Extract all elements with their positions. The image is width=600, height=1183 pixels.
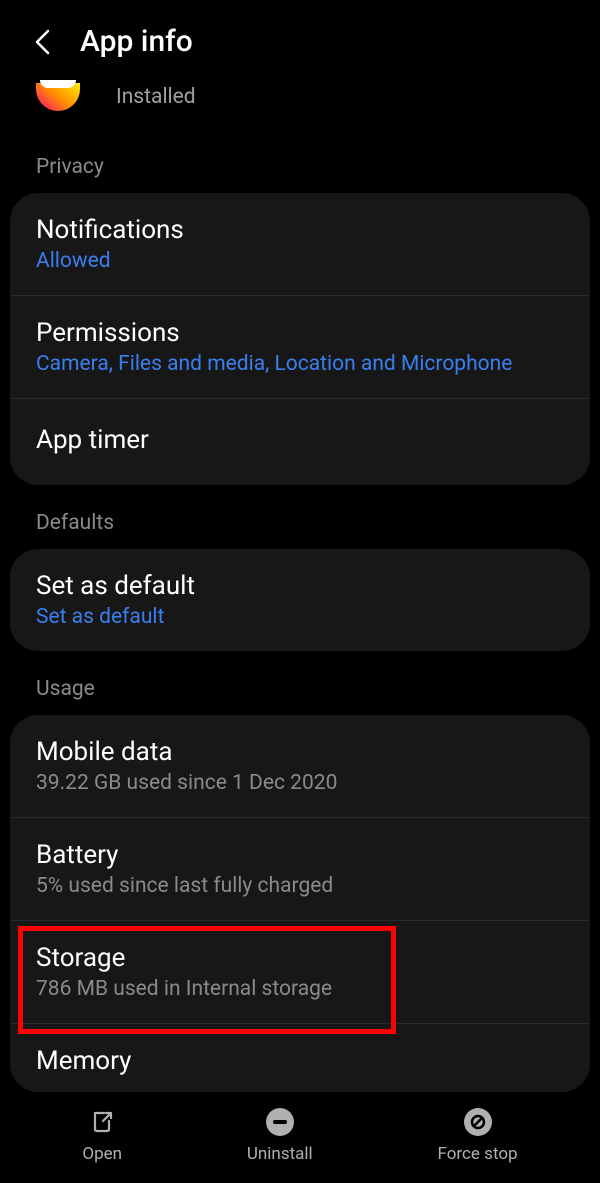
set-default-title: Set as default <box>36 571 564 601</box>
permissions-item[interactable]: Permissions Camera, Files and media, Loc… <box>10 296 590 399</box>
app-timer-title: App timer <box>36 425 564 455</box>
mobile-data-item[interactable]: Mobile data 39.22 GB used since 1 Dec 20… <box>10 715 590 818</box>
open-icon <box>88 1108 116 1136</box>
section-label-defaults: Defaults <box>0 485 600 549</box>
set-default-item[interactable]: Set as default Set as default <box>10 549 590 651</box>
memory-title: Memory <box>36 1046 564 1076</box>
notifications-subtitle: Allowed <box>36 249 564 273</box>
force-stop-label: Force stop <box>438 1144 518 1164</box>
open-label: Open <box>82 1144 122 1164</box>
instagram-icon <box>36 83 80 111</box>
section-label-privacy: Privacy <box>0 129 600 193</box>
mobile-data-subtitle: 39.22 GB used since 1 Dec 2020 <box>36 771 564 795</box>
battery-item[interactable]: Battery 5% used since last fully charged <box>10 818 590 921</box>
app-install-row: Installed <box>0 75 600 129</box>
section-label-usage: Usage <box>0 651 600 715</box>
notifications-title: Notifications <box>36 215 564 245</box>
back-icon[interactable] <box>28 28 56 56</box>
storage-title: Storage <box>36 943 564 973</box>
uninstall-label: Uninstall <box>247 1144 313 1164</box>
storage-item[interactable]: Storage 786 MB used in Internal storage <box>10 921 590 1024</box>
battery-subtitle: 5% used since last fully charged <box>36 874 564 898</box>
open-button[interactable]: Open <box>82 1108 122 1164</box>
permissions-subtitle: Camera, Files and media, Location and Mi… <box>36 352 564 376</box>
usage-card: Mobile data 39.22 GB used since 1 Dec 20… <box>10 715 590 1092</box>
uninstall-button[interactable]: Uninstall <box>247 1108 313 1164</box>
notifications-item[interactable]: Notifications Allowed <box>10 193 590 296</box>
mobile-data-title: Mobile data <box>36 737 564 767</box>
header: App info <box>0 0 600 75</box>
force-stop-button[interactable]: Force stop <box>438 1108 518 1164</box>
app-timer-item[interactable]: App timer <box>10 399 590 485</box>
battery-title: Battery <box>36 840 564 870</box>
permissions-title: Permissions <box>36 318 564 348</box>
page-title: App info <box>80 24 193 59</box>
install-status: Installed <box>116 85 196 109</box>
privacy-card: Notifications Allowed Permissions Camera… <box>10 193 590 485</box>
storage-subtitle: 786 MB used in Internal storage <box>36 977 564 1001</box>
defaults-card: Set as default Set as default <box>10 549 590 651</box>
set-default-subtitle: Set as default <box>36 605 564 629</box>
memory-item[interactable]: Memory <box>10 1024 590 1092</box>
bottom-nav: Open Uninstall Force stop <box>0 1093 600 1183</box>
force-stop-icon <box>464 1108 492 1136</box>
uninstall-icon <box>266 1108 294 1136</box>
